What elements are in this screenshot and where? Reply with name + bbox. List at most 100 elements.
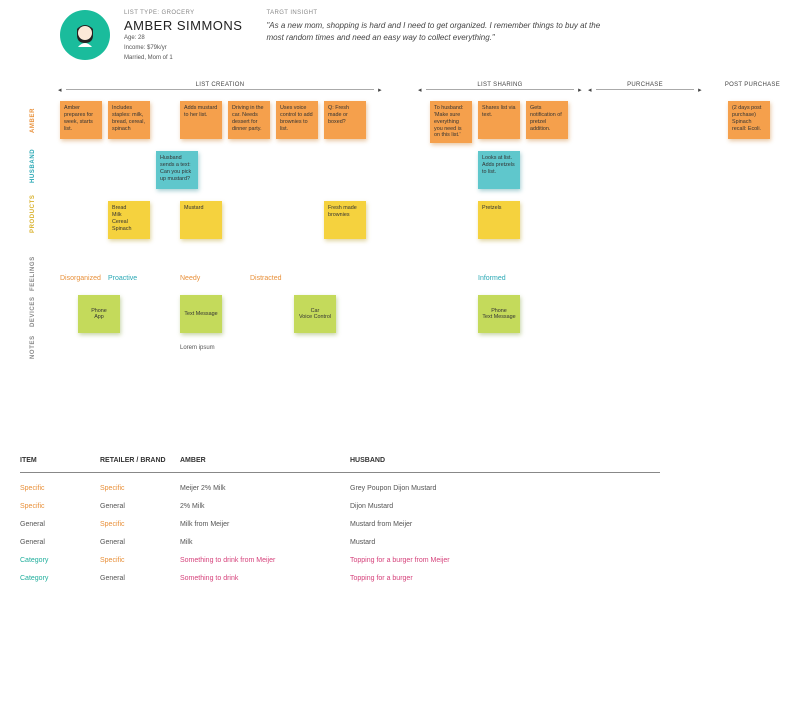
table-row: GeneralSpecificMilk from MeijerMustard f…	[20, 515, 660, 533]
table-cell: General	[100, 571, 180, 586]
sticky-note[interactable]: Gets notification of pretzel addition.	[526, 101, 568, 139]
sticky-note[interactable]: Shares list via text.	[478, 101, 520, 139]
table-cell: Topping for a burger from Meijer	[350, 553, 570, 568]
arrow-left-icon: ◂	[58, 86, 62, 94]
table-cell: Mustard	[350, 535, 570, 550]
track-devices: Phone App Text Message Car Voice Control Ph…	[60, 295, 780, 343]
track-feelings: Disorganized Proactive Needy Distracted Info…	[60, 275, 780, 295]
sticky-note[interactable]: Includes staples: milk, bread, cereal, s…	[108, 101, 150, 139]
avatar-icon	[67, 17, 103, 53]
arrow-right-icon: ▸	[378, 86, 382, 94]
avatar	[60, 10, 110, 60]
sticky-note[interactable]: Adds mustard to her list.	[180, 101, 222, 139]
row-products: PRODUCTS Bread Milk Cereal SpinachMustar…	[20, 201, 780, 249]
table-cell: Specific	[100, 517, 180, 532]
sticky-note[interactable]: Uses voice control to add brownies to li…	[276, 101, 318, 139]
table-row: SpecificGeneral2% MilkDijon Mustard	[20, 497, 660, 515]
feeling-label: Disorganized	[60, 275, 101, 282]
feeling-label: Needy	[180, 275, 200, 282]
persona-family: Married, Mom of 1	[124, 55, 242, 63]
sticky-note[interactable]: Mustard	[180, 201, 222, 239]
feeling-label: Proactive	[108, 275, 137, 282]
row-label-products: PRODUCTS	[30, 193, 36, 233]
persona-income: Income: $79k/yr	[124, 45, 242, 53]
row-husband: HUSBAND Husband sends a text: Can you pi…	[20, 151, 780, 199]
arrow-left-icon: ◂	[588, 86, 592, 94]
feeling-label: Distracted	[250, 275, 282, 282]
sticky-note[interactable]: (2 days post purchase) Spinach recall: E…	[728, 101, 770, 139]
table-row: CategorySpecificSomething to drink from …	[20, 551, 660, 569]
persona-age: Age: 28	[124, 35, 242, 43]
th-item: ITEM	[20, 453, 100, 468]
table-cell: Milk	[180, 535, 350, 550]
sticky-note[interactable]: To husband: 'Make sure everything you ne…	[430, 101, 472, 143]
table-cell: Dijon Mustard	[350, 499, 570, 514]
phase-sharing: ◂ LIST SHARING ▸	[420, 82, 580, 88]
specificity-table: ITEM RETAILER / BRAND AMBER HUSBAND Spec…	[20, 453, 660, 587]
sticky-note[interactable]: Car Voice Control	[294, 295, 336, 333]
phase-purchase: ◂ PURCHASE ▸	[590, 82, 700, 88]
sticky-note[interactable]: Text Message	[180, 295, 222, 333]
insight-quote: "As a new mom, shopping is hard and I ne…	[266, 20, 606, 44]
sticky-note[interactable]: Husband sends a text: Can you pick up mu…	[156, 151, 198, 189]
th-husband: HUSBAND	[350, 453, 570, 468]
sticky-note[interactable]: Phone Text Message	[478, 295, 520, 333]
table-cell: General	[20, 517, 100, 532]
track-products: Bread Milk Cereal Spinach Mustard Fresh ma…	[60, 201, 780, 249]
table-cell: Specific	[100, 553, 180, 568]
phase-bar: ◂ LIST CREATION ▸ ◂ LIST SHARING ▸ ◂ PUR…	[60, 82, 780, 98]
row-notes: NOTES Lorem ipsum	[20, 345, 780, 363]
table-cell: Something to drink	[180, 571, 350, 586]
row-label-husband: HUSBAND	[30, 143, 36, 183]
table-cell: Specific	[20, 481, 100, 496]
arrow-right-icon: ▸	[698, 86, 702, 94]
sticky-note[interactable]: Looks at list. Adds pretzels to list.	[478, 151, 520, 189]
insight-block: TARGT INSIGHT "As a new mom, shopping is…	[256, 10, 780, 62]
table-cell: Specific	[100, 481, 180, 496]
sticky-note[interactable]: Driving in the car. Needs dessert for di…	[228, 101, 270, 139]
table-cell: General	[20, 535, 100, 550]
row-devices: DEVICES Phone AppText MessageCar Voice C…	[20, 295, 780, 343]
th-amber: AMBER	[180, 453, 350, 468]
sticky-note[interactable]: Amber prepares for week, starts list.	[60, 101, 102, 139]
track-notes: Lorem ipsum	[60, 345, 780, 361]
phase-label: LIST SHARING	[473, 82, 526, 88]
phase-label: POST PURCHASE	[725, 82, 780, 88]
table-cell: Category	[20, 553, 100, 568]
table-cell: 2% Milk	[180, 499, 350, 514]
row-label-amber: AMBER	[30, 93, 36, 133]
table-cell: General	[100, 499, 180, 514]
sticky-note[interactable]: Fresh made brownies	[324, 201, 366, 239]
table-cell: Topping for a burger	[350, 571, 570, 586]
table-row: SpecificSpecificMeijer 2% MilkGrey Poupo…	[20, 479, 660, 497]
phase-creation: ◂ LIST CREATION ▸	[60, 82, 380, 88]
persona-header: LIST TYPE: GROCERY AMBER SIMMONS Age: 28…	[20, 10, 780, 62]
arrow-right-icon: ▸	[578, 86, 582, 94]
table-cell: Meijer 2% Milk	[180, 481, 350, 496]
row-feelings: FEELINGS DisorganizedProactiveNeedyDistr…	[20, 275, 780, 295]
sticky-note[interactable]: Bread Milk Cereal Spinach	[108, 201, 150, 239]
track-amber: Amber prepares for week, starts list.Inc…	[60, 101, 780, 149]
phase-post: POST PURCHASE	[710, 82, 780, 88]
persona-name: AMBER SIMMONS	[124, 18, 242, 33]
row-label-notes: NOTES	[30, 319, 36, 359]
phase-label: LIST CREATION	[192, 82, 249, 88]
insight-label: TARGT INSIGHT	[266, 10, 780, 16]
table-cell: Specific	[20, 499, 100, 514]
row-amber: AMBER Amber prepares for week, starts li…	[20, 101, 780, 149]
sticky-note[interactable]: Pretzels	[478, 201, 520, 239]
table-header: ITEM RETAILER / BRAND AMBER HUSBAND	[20, 453, 660, 473]
note-text: Lorem ipsum	[180, 345, 215, 351]
feeling-label: Informed	[478, 275, 506, 282]
row-label-feelings: FEELINGS	[30, 251, 36, 291]
sticky-note[interactable]: Phone App	[78, 295, 120, 333]
track-husband: Husband sends a text: Can you pick up mu…	[60, 151, 780, 199]
table-row: CategoryGeneralSomething to drinkTopping…	[20, 569, 660, 587]
table-cell: General	[100, 535, 180, 550]
list-type-label: LIST TYPE: GROCERY	[124, 10, 242, 16]
sticky-note[interactable]: Q: Fresh made or boxed?	[324, 101, 366, 139]
th-brand: RETAILER / BRAND	[100, 453, 180, 468]
table-row: GeneralGeneralMilkMustard	[20, 533, 660, 551]
table-cell: Mustard from Meijer	[350, 517, 570, 532]
persona-meta: LIST TYPE: GROCERY AMBER SIMMONS Age: 28…	[124, 10, 242, 62]
